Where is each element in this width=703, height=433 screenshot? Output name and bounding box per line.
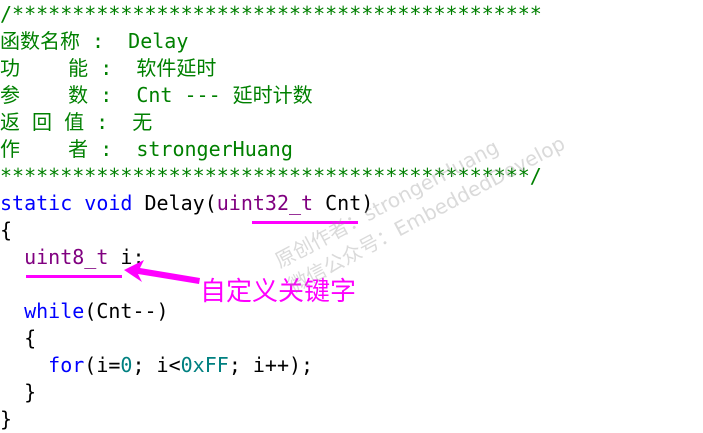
- code-line: static void Delay(uint32_t Cnt): [0, 190, 373, 217]
- code-token: }: [0, 380, 37, 404]
- code-token: /***************************************…: [0, 2, 542, 26]
- code-line: while(Cnt--): [0, 298, 169, 325]
- code-token: static: [0, 191, 73, 215]
- code-line: 返 回 值 : 无: [0, 109, 152, 136]
- code-line: {: [0, 325, 36, 352]
- code-token: (i=: [84, 353, 121, 377]
- code-token: while: [24, 299, 85, 323]
- code-token: 0xFF: [180, 353, 229, 377]
- code-line: /***************************************…: [0, 1, 542, 28]
- code-token: ; i<: [132, 353, 181, 377]
- code-token: void: [84, 191, 133, 215]
- code-token: {: [0, 326, 37, 350]
- code-line: 参 数 : Cnt --- 延时计数: [0, 82, 313, 109]
- code-token: 函数名称 : Delay: [0, 29, 189, 53]
- code-token: 参 数 : Cnt --- 延时计数: [0, 83, 313, 107]
- code-line: }: [0, 379, 36, 406]
- code-token: 返 回 值 : 无: [0, 110, 153, 134]
- code-token: Delay(: [132, 191, 217, 215]
- code-token: uint32_t: [216, 191, 314, 215]
- annotation-arrow-icon: [124, 260, 200, 284]
- code-line: 作 者 : strongerHuang: [0, 136, 293, 163]
- code-line: 功 能 : 软件延时: [0, 55, 216, 82]
- code-line: {: [0, 217, 12, 244]
- code-token: }: [0, 407, 13, 431]
- code-token: uint8_t: [24, 245, 109, 269]
- code-token: {: [0, 218, 13, 242]
- code-token: 作 者 : strongerHuang: [0, 137, 293, 161]
- code-line: 函数名称 : Delay: [0, 28, 188, 55]
- code-line: for(i=0; i<0xFF; i++);: [0, 352, 313, 379]
- code-token: 功 能 : 软件延时: [0, 56, 217, 80]
- code-token: (Cnt--): [84, 299, 169, 323]
- code-token: 0: [120, 353, 133, 377]
- code-token: for: [48, 353, 85, 377]
- code-line: }: [0, 406, 12, 433]
- code-token: ; i++);: [228, 353, 314, 377]
- uint8-underline: [26, 275, 122, 278]
